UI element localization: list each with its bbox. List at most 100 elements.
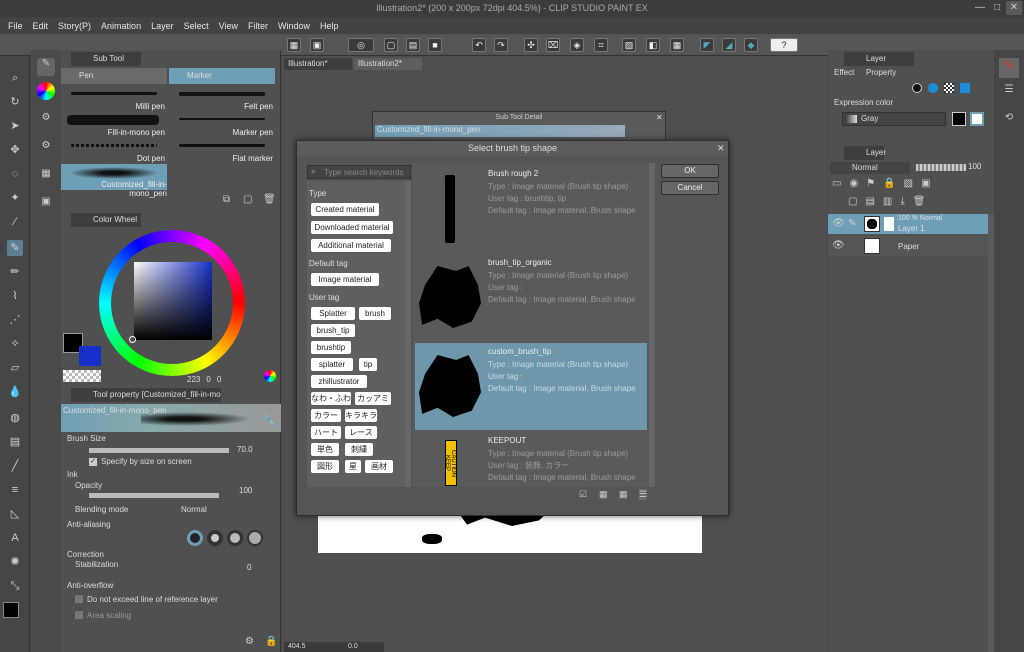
pen-item-marker[interactable]: Marker pen: [169, 112, 275, 138]
color-wheel-icon[interactable]: [37, 82, 55, 100]
help-icon[interactable]: ?: [770, 38, 798, 52]
copy-subtool-icon[interactable]: ⧉: [223, 194, 230, 205]
material-item-organic[interactable]: brush_tip_organic Type : Image material …: [415, 254, 647, 341]
color-mode-icon[interactable]: [264, 370, 276, 382]
tool-detail-icon[interactable]: 🔧: [263, 416, 275, 427]
tag-list-scrollbar[interactable]: [405, 181, 411, 487]
aa-weak-option[interactable]: [207, 530, 223, 546]
menu-view[interactable]: View: [219, 21, 238, 31]
layer-search-icon[interactable]: ☰: [999, 84, 1019, 104]
settings-icon[interactable]: ⚙: [37, 112, 55, 130]
specify-checkbox[interactable]: ✓: [89, 458, 97, 466]
tag-star[interactable]: 星: [345, 460, 361, 473]
material-item-keepout[interactable]: CAUTION KEEP KEEPOUT Type : Image materi…: [415, 432, 647, 487]
sub-tool-detail-close[interactable]: ✕: [656, 113, 663, 122]
expression-white-swatch[interactable]: [970, 112, 984, 126]
pen-tab[interactable]: Pen: [61, 68, 167, 84]
clear-icon[interactable]: ⌧: [546, 38, 560, 52]
new-folder-icon[interactable]: ▥: [883, 196, 892, 210]
doc-tab-2[interactable]: Illustration2*: [354, 58, 422, 70]
text-tool-icon[interactable]: A: [7, 530, 23, 546]
grid-toggle-icon[interactable]: ▦: [670, 38, 684, 52]
brush-size-value[interactable]: 70.0: [237, 445, 253, 454]
layer-blend-select[interactable]: Normal: [830, 162, 910, 174]
expression-black-swatch[interactable]: [952, 112, 966, 126]
visibility-eye-icon[interactable]: 👁: [832, 240, 845, 251]
tag-brush[interactable]: brush: [359, 307, 391, 320]
tag-created-material[interactable]: Created material: [311, 203, 379, 216]
material-list-scrollbar[interactable]: [649, 163, 655, 487]
visibility-eye-icon[interactable]: 👁: [832, 218, 845, 229]
reference-layer-icon[interactable]: ⚑: [866, 178, 875, 192]
layer-row-paper[interactable]: 👁 Paper: [828, 236, 988, 256]
tag-image-material[interactable]: Image material: [311, 273, 379, 286]
maximize-button[interactable]: □: [989, 1, 1005, 15]
menu-filter[interactable]: Filter: [248, 21, 268, 31]
auto-action-icon[interactable]: ⟲: [999, 112, 1019, 132]
pen-item-felt[interactable]: Felt pen: [169, 86, 275, 112]
pen-item-customized[interactable]: Customized_fill-in-mono_pen: [61, 164, 167, 198]
fill-icon[interactable]: ◈: [570, 38, 584, 52]
color-wheel-tab[interactable]: Color Wheel: [71, 213, 141, 227]
expression-color-select[interactable]: Gray: [842, 112, 946, 126]
layer-color-icon[interactable]: ▭: [832, 178, 841, 192]
tag-tip[interactable]: tip: [359, 358, 377, 371]
material-item-custom[interactable]: custom_brush_tip Type : Image material (…: [415, 343, 647, 430]
minimize-button[interactable]: —: [972, 1, 988, 15]
menu-select[interactable]: Select: [184, 21, 209, 31]
tag-splatter-2[interactable]: splatter: [311, 358, 353, 371]
undo-icon[interactable]: ↶: [472, 38, 486, 52]
clip-studio-icon[interactable]: ◎: [348, 38, 374, 52]
auto-select-icon[interactable]: ✦: [7, 190, 23, 206]
tag-color[interactable]: カラー: [311, 409, 341, 422]
doc-tab-1[interactable]: Illustration*: [284, 58, 352, 70]
menu-animation[interactable]: Animation: [101, 21, 141, 31]
correct-line-icon[interactable]: ⤡: [7, 578, 23, 594]
clip-layer-icon[interactable]: ◉: [849, 178, 858, 192]
snap-ruler-icon[interactable]: ◤: [700, 38, 714, 52]
layer-settings-icon[interactable]: ⚙: [37, 140, 55, 158]
new-subtool-icon[interactable]: ▢: [243, 194, 252, 205]
rotate-tool-icon[interactable]: ↻: [7, 94, 23, 110]
cancel-button[interactable]: Cancel: [661, 181, 719, 195]
ok-button[interactable]: OK: [661, 164, 719, 178]
material-icon[interactable]: ▣: [37, 196, 55, 214]
tag-additional-material[interactable]: Additional material: [311, 239, 391, 252]
tag-art-material[interactable]: 画材: [365, 460, 393, 473]
tag-list[interactable]: Type Created material Downloaded materia…: [307, 181, 411, 487]
tag-zhillustrator[interactable]: zhillustrator: [311, 375, 367, 388]
new-canvas-icon[interactable]: ▣: [310, 38, 324, 52]
balloon-tool-icon[interactable]: ✺: [7, 554, 23, 570]
saturation-value-square[interactable]: [134, 262, 212, 340]
tag-brush-tip[interactable]: brush_tip: [311, 324, 355, 337]
tag-kirakira[interactable]: キラキラ: [345, 409, 377, 422]
tag-kaami[interactable]: カッアミ: [355, 392, 391, 405]
stabilization-value[interactable]: 0: [247, 563, 251, 572]
grid-icon[interactable]: ▦: [287, 38, 301, 52]
pen-item-fill-in-mono[interactable]: Fill-in-mono pen: [61, 112, 167, 138]
snap-special-icon[interactable]: ◢: [722, 38, 736, 52]
material-item-brush-rough[interactable]: Brush rough 2 Type : Image material (Bru…: [415, 165, 647, 252]
mask-icon[interactable]: ▣: [921, 178, 930, 192]
tag-heart[interactable]: ハート: [311, 426, 341, 439]
small-thumbnail-icon[interactable]: ▦: [619, 489, 628, 500]
dialog-close-icon[interactable]: ✕: [717, 143, 725, 154]
color-picker-cursor[interactable]: [129, 336, 136, 343]
ruler-tool-icon[interactable]: ◺: [7, 506, 23, 522]
gradient-tool-icon[interactable]: ▤: [7, 434, 23, 450]
new-file-icon[interactable]: ▢: [384, 38, 398, 52]
eyedropper-icon[interactable]: ⁄: [7, 214, 23, 230]
large-thumbnail-icon[interactable]: ▦: [599, 489, 608, 500]
delete-subtool-icon[interactable]: 🗑: [263, 194, 276, 205]
brush-tool-icon[interactable]: ⌇: [7, 288, 23, 304]
effect-tone-icon[interactable]: [928, 83, 938, 93]
transparent-color-box[interactable]: [63, 370, 101, 382]
tool-settings-icon[interactable]: ⚙: [245, 636, 254, 647]
tag-lace[interactable]: レース: [345, 426, 377, 439]
tag-nawa-fuwa[interactable]: なわ・ふわ: [311, 392, 351, 405]
lock-icon[interactable]: 🔒: [265, 636, 277, 647]
tag-monochrome[interactable]: 単色: [311, 443, 339, 456]
effect-color-icon[interactable]: [960, 83, 970, 93]
layer-property-icon[interactable]: ✎: [999, 58, 1019, 78]
zoom-tool-icon[interactable]: ⌕: [7, 70, 23, 86]
